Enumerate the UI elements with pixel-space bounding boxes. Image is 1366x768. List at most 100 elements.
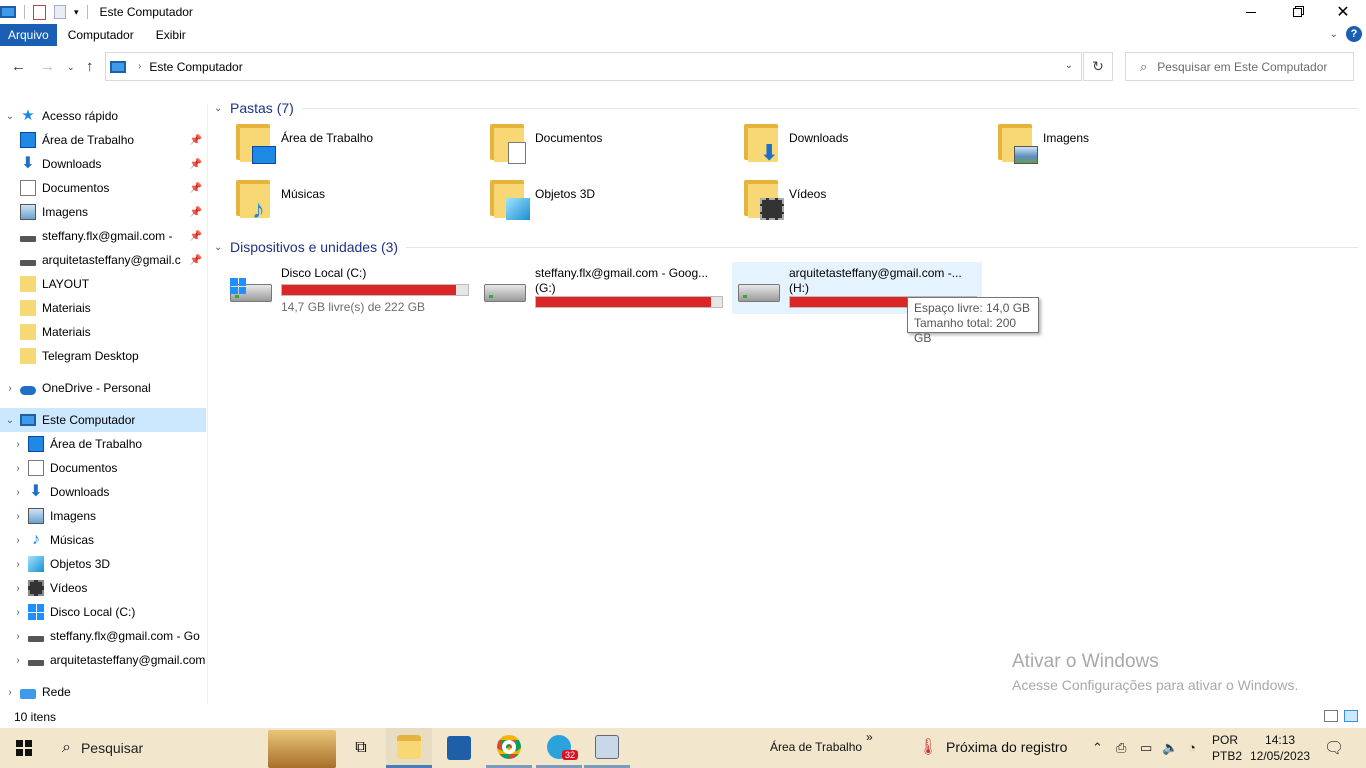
sidebar-item-pc-local-disk[interactable]: › Disco Local (C:) — [0, 600, 206, 624]
chevron-right-icon[interactable]: › — [8, 583, 28, 594]
search-input[interactable] — [1157, 59, 1338, 74]
taskbar-telegram[interactable]: 32 — [536, 728, 582, 768]
large-icons-view-icon[interactable] — [1344, 710, 1358, 722]
chevron-down-icon[interactable]: ⌄ — [0, 111, 20, 122]
recent-locations-icon[interactable]: ⌄ — [67, 62, 75, 73]
chevron-right-icon[interactable]: › — [8, 655, 28, 666]
chevron-right-icon[interactable]: › — [0, 687, 20, 698]
tab-view[interactable]: Exibir — [145, 24, 197, 46]
group-header-folders[interactable]: ⌄ Pastas (7) — [214, 97, 1358, 119]
sidebar-item-onedrive[interactable]: › OneDrive - Personal — [0, 376, 206, 400]
details-view-icon[interactable] — [1324, 710, 1338, 722]
clock[interactable]: 14:13 12/05/2023 — [1250, 732, 1310, 764]
chevron-right-icon[interactable]: › — [0, 383, 20, 394]
device-icon[interactable]: ⎙ — [1116, 740, 1126, 756]
tab-file[interactable]: Arquivo — [0, 24, 57, 46]
chevron-right-icon[interactable]: › — [8, 511, 28, 522]
sidebar-item-this-pc[interactable]: ⌄ Este Computador — [0, 408, 206, 432]
forward-icon[interactable]: → — [40, 58, 55, 75]
sidebar-item-drive-h[interactable]: arquitetasteffany@gmail.c 📌 — [0, 248, 206, 272]
show-hidden-icons-icon[interactable]: ⌃ — [1092, 740, 1103, 756]
group-header-devices[interactable]: ⌄ Dispositivos e unidades (3) — [214, 236, 1358, 258]
tab-computer[interactable]: Computador — [57, 24, 145, 46]
properties-icon[interactable] — [33, 4, 46, 20]
network-icon — [20, 688, 36, 699]
keyboard-layout: PTB2 — [1212, 749, 1243, 763]
weather-text[interactable]: Próxima do registro — [946, 739, 1067, 755]
sidebar-item-pc-music[interactable]: › ♪ Músicas — [0, 528, 206, 552]
drive-tile-g[interactable]: steffany.flx@gmail.com - Goog... (G:) — [468, 262, 723, 314]
folder-tile-documents[interactable]: Documentos — [468, 122, 716, 174]
expand-ribbon-icon[interactable]: ⌄ — [1330, 29, 1338, 40]
sidebar-item-materiais[interactable]: Materiais — [0, 296, 206, 320]
task-view-button[interactable]: ⧉ — [338, 728, 384, 768]
wifi-icon[interactable]: ◔ — [1188, 740, 1196, 755]
toolbar-overflow-icon[interactable]: » — [866, 730, 873, 744]
chevron-down-icon[interactable]: ⌄ — [214, 103, 230, 114]
start-button[interactable] — [0, 728, 48, 768]
taskbar-photos[interactable] — [584, 728, 630, 768]
sidebar-item-telegram-desktop[interactable]: Telegram Desktop — [0, 344, 206, 368]
minimize-button[interactable] — [1228, 0, 1274, 24]
up-icon[interactable]: ↑ — [86, 58, 94, 75]
address-bar[interactable]: › Este Computador ⌄ — [105, 52, 1082, 81]
sidebar-item-drive-g[interactable]: steffany.flx@gmail.com - 📌 — [0, 224, 206, 248]
sidebar-item-documents[interactable]: Documentos 📌 — [0, 176, 206, 200]
windows-logo-icon — [16, 740, 32, 756]
taskbar-file-explorer[interactable] — [386, 728, 432, 768]
back-icon[interactable]: ← — [11, 58, 26, 75]
folder-tile-videos[interactable]: Vídeos — [722, 178, 970, 230]
notification-center-icon[interactable]: 🗨 — [1324, 738, 1344, 758]
address-history-icon[interactable]: ⌄ — [1065, 60, 1073, 71]
sidebar-item-downloads[interactable]: ⬇ Downloads 📌 — [0, 152, 206, 176]
taskbar-app-layers[interactable] — [436, 728, 482, 768]
navigation-pane: ⌄ ★ Acesso rápido Área de Trabalho 📌 ⬇ D… — [0, 104, 208, 704]
chevron-right-icon[interactable]: › — [8, 631, 28, 642]
battery-icon[interactable]: ▭ — [1140, 740, 1152, 756]
chevron-right-icon[interactable]: › — [8, 463, 28, 474]
breadcrumb[interactable]: Este Computador — [149, 60, 242, 74]
breadcrumb-chevron-icon[interactable]: › — [138, 61, 141, 72]
this-pc-icon[interactable] — [0, 6, 16, 18]
close-button[interactable]: ✕ — [1320, 0, 1366, 24]
sidebar-item-pc-desktop[interactable]: › Área de Trabalho — [0, 432, 206, 456]
sidebar-item-pc-videos[interactable]: › Vídeos — [0, 576, 206, 600]
chevron-down-icon[interactable]: ⌄ — [214, 242, 230, 253]
customize-quick-access-icon[interactable]: ▾ — [74, 7, 79, 18]
chevron-right-icon[interactable]: › — [8, 535, 28, 546]
sidebar-item-pictures[interactable]: Imagens 📌 — [0, 200, 206, 224]
folder-tile-3d-objects[interactable]: Objetos 3D — [468, 178, 716, 230]
sidebar-item-materiais-2[interactable]: Materiais — [0, 320, 206, 344]
thermometer-icon[interactable]: 🌡 — [918, 737, 938, 757]
help-icon[interactable]: ? — [1346, 26, 1362, 42]
chevron-right-icon[interactable]: › — [8, 439, 28, 450]
sidebar-item-layout[interactable]: LAYOUT — [0, 272, 206, 296]
folder-tile-downloads[interactable]: ⬇ Downloads — [722, 122, 970, 174]
sidebar-item-quick-access[interactable]: ⌄ ★ Acesso rápido — [0, 104, 206, 128]
input-language[interactable]: POR PTB2 — [1212, 732, 1242, 764]
sidebar-item-network[interactable]: › Rede — [0, 680, 206, 704]
folder-tile-pictures[interactable]: Imagens — [976, 122, 1224, 174]
taskbar-chrome[interactable] — [486, 728, 532, 768]
chevron-right-icon[interactable]: › — [8, 487, 28, 498]
sidebar-item-pc-3d-objects[interactable]: › Objetos 3D — [0, 552, 206, 576]
drive-tile-c[interactable]: Disco Local (C:) 14,7 GB livre(s) de 222… — [214, 262, 469, 314]
new-folder-icon[interactable] — [54, 5, 66, 19]
chevron-right-icon[interactable]: › — [8, 559, 28, 570]
chevron-right-icon[interactable]: › — [8, 607, 28, 618]
sidebar-item-desktop[interactable]: Área de Trabalho 📌 — [0, 128, 206, 152]
search-box[interactable]: ⌕ — [1125, 52, 1354, 81]
sidebar-item-pc-pictures[interactable]: › Imagens — [0, 504, 206, 528]
sidebar-item-pc-downloads[interactable]: › ⬇ Downloads — [0, 480, 206, 504]
sidebar-item-pc-documents[interactable]: › Documentos — [0, 456, 206, 480]
sidebar-item-pc-drive-g[interactable]: › steffany.flx@gmail.com - Go — [0, 624, 206, 648]
search-highlight-image[interactable] — [268, 730, 336, 768]
refresh-button[interactable]: ↻ — [1083, 52, 1113, 81]
restore-button[interactable] — [1274, 0, 1320, 24]
chevron-down-icon[interactable]: ⌄ — [0, 415, 20, 426]
folder-tile-desktop[interactable]: Área de Trabalho — [214, 122, 462, 174]
sidebar-item-pc-drive-h[interactable]: › arquitetasteffany@gmail.com — [0, 648, 206, 672]
volume-icon[interactable]: 🔈 — [1162, 740, 1178, 756]
folder-tile-music[interactable]: ♪ Músicas — [214, 178, 462, 230]
desktop-toolbar-label[interactable]: Área de Trabalho — [770, 740, 862, 754]
